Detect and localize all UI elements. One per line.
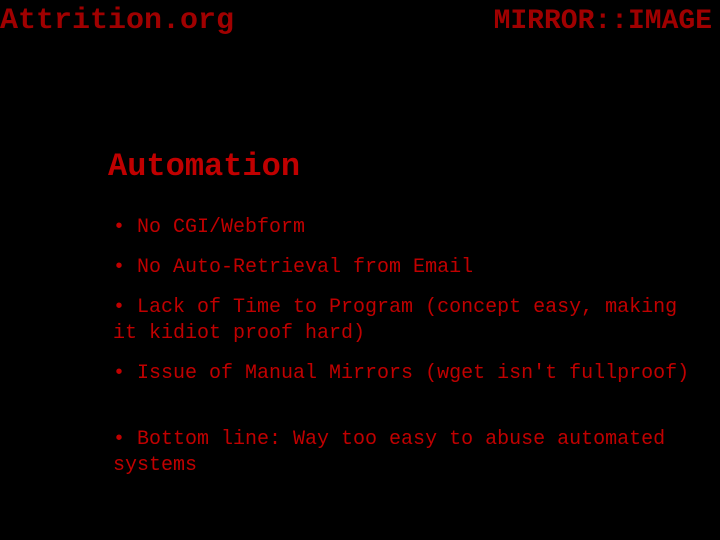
bullet-dot-icon: •: [113, 216, 137, 239]
slide-title: Automation: [108, 148, 300, 185]
bullet-text: Bottom line: Way too easy to abuse autom…: [113, 428, 665, 477]
bullet-item: • Bottom line: Way too easy to abuse aut…: [113, 427, 700, 479]
bullet-dot-icon: •: [113, 296, 137, 319]
bullet-text: No CGI/Webform: [137, 216, 305, 239]
bullet-text: Issue of Manual Mirrors (wget isn't full…: [137, 362, 689, 385]
bullet-item: • Issue of Manual Mirrors (wget isn't fu…: [113, 361, 700, 387]
bullet-text: Lack of Time to Program (concept easy, m…: [113, 296, 677, 345]
bullet-dot-icon: •: [113, 256, 137, 279]
header-right: MIRROR::IMAGE: [494, 6, 712, 37]
bullet-text: No Auto-Retrieval from Email: [137, 256, 473, 279]
slide: Attrition.org MIRROR::IMAGE Automation •…: [0, 0, 720, 540]
header-left: Attrition.org: [0, 4, 234, 38]
bullet-dot-icon: •: [113, 428, 137, 451]
bullet-dot-icon: •: [113, 362, 137, 385]
bullet-item: • No Auto-Retrieval from Email: [113, 255, 700, 281]
bullet-list: • No CGI/Webform • No Auto-Retrieval fro…: [113, 215, 700, 493]
bullet-item: • No CGI/Webform: [113, 215, 700, 241]
bullet-item: • Lack of Time to Program (concept easy,…: [113, 295, 700, 347]
